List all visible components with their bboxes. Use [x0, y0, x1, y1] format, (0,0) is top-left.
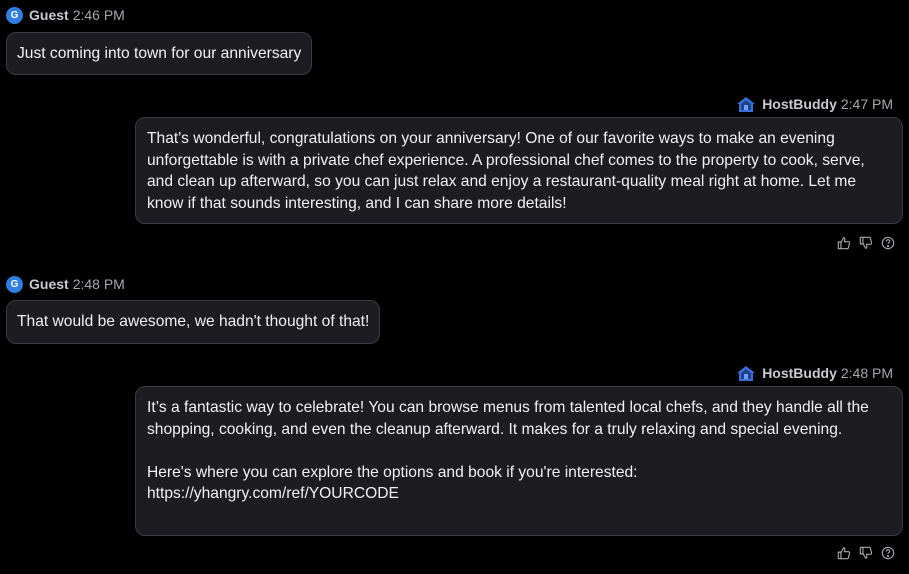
question-circle-icon[interactable] — [880, 236, 895, 251]
thumbs-up-icon[interactable] — [836, 236, 851, 251]
message-feedback — [836, 545, 895, 561]
question-circle-icon[interactable] — [880, 546, 895, 561]
chat-transcript: G Guest 2:46 PM Just coming into town fo… — [0, 0, 909, 574]
house-logo-icon — [736, 96, 756, 113]
message-header: G Guest 2:48 PM — [6, 274, 125, 294]
guest-avatar: G — [6, 6, 23, 24]
guest-avatar: G — [6, 275, 23, 293]
message-time: 2:48 PM — [840, 365, 893, 381]
message-header: G Guest 2:46 PM — [6, 5, 125, 25]
host-message-bubble: That's wonderful, congratulations on you… — [135, 117, 903, 224]
house-logo-icon — [736, 365, 756, 382]
sender-name: HostBuddy — [762, 365, 837, 381]
host-message-bubble: It’s a fantastic way to celebrate! You c… — [135, 386, 903, 536]
message-time: 2:47 PM — [840, 96, 893, 112]
thumbs-down-icon[interactable] — [858, 236, 873, 251]
guest-message-bubble: That would be awesome, we hadn't thought… — [6, 300, 381, 344]
sender-name: Guest — [29, 7, 69, 23]
message-header: HostBuddy 2:48 PM — [736, 363, 893, 383]
message-time: 2:46 PM — [72, 7, 125, 23]
guest-message-bubble: Just coming into town for our anniversar… — [6, 32, 313, 75]
sender-name: Guest — [29, 276, 69, 292]
message-time: 2:48 PM — [72, 276, 125, 292]
sender-name: HostBuddy — [762, 96, 837, 112]
thumbs-down-icon[interactable] — [858, 546, 873, 561]
message-header: HostBuddy 2:47 PM — [736, 94, 893, 114]
thumbs-up-icon[interactable] — [836, 546, 851, 561]
message-feedback — [836, 235, 895, 251]
